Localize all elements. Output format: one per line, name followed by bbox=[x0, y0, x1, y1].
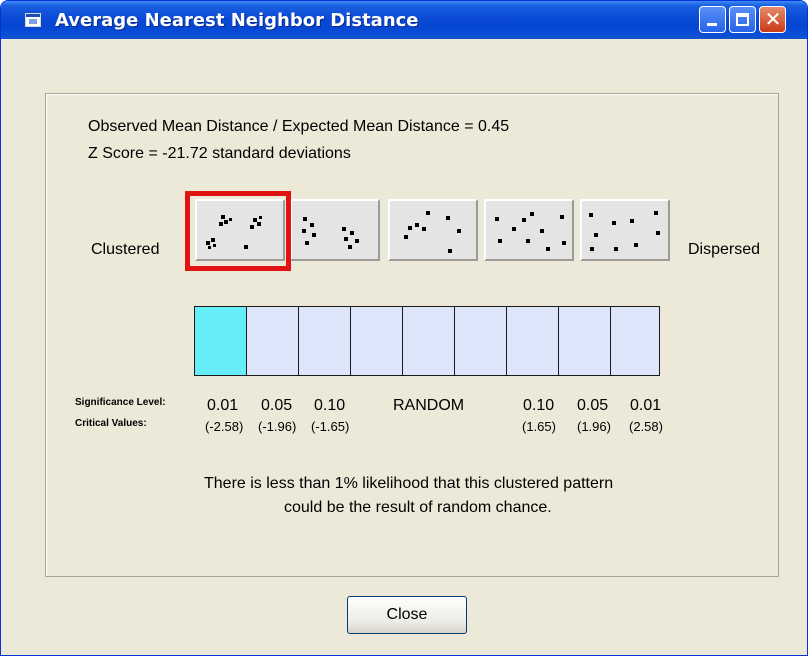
pattern-thumbnail-2 bbox=[290, 199, 380, 261]
selected-pattern-highlight bbox=[185, 191, 291, 271]
level-left-2: 0.05 bbox=[261, 397, 293, 414]
critical-right-2: (1.96) bbox=[577, 419, 611, 434]
scale-cell-9 bbox=[610, 306, 660, 376]
clustered-label: Clustered bbox=[91, 241, 160, 258]
zscore-text: Z Score = -21.72 standard deviations bbox=[88, 145, 351, 162]
critical-left-2: (-1.96) bbox=[258, 419, 297, 434]
pattern-thumbnail-4 bbox=[484, 199, 574, 261]
level-left-3: 0.10 bbox=[314, 397, 346, 414]
significance-level-label: Significance Level: bbox=[75, 397, 166, 408]
dialog-window: Average Nearest Neighbor Distance ✕ Obse… bbox=[0, 0, 808, 656]
level-right-1: 0.10 bbox=[523, 397, 555, 414]
pattern-thumbnail-random bbox=[388, 199, 478, 261]
random-label: RANDOM bbox=[393, 397, 465, 414]
close-button[interactable]: Close bbox=[347, 596, 467, 634]
semi-dispersed-dots-graphic bbox=[495, 212, 566, 251]
dispersed-dots-graphic bbox=[589, 211, 660, 251]
critical-values-label: Critical Values: bbox=[75, 418, 147, 429]
title-bar[interactable]: Average Nearest Neighbor Distance ✕ bbox=[1, 1, 807, 39]
scale-cell-2 bbox=[246, 306, 299, 376]
result-message-line-2: could be the result of random chance. bbox=[284, 499, 552, 516]
ratio-text: Observed Mean Distance / Expected Mean D… bbox=[88, 118, 510, 135]
random-dots-graphic bbox=[404, 211, 461, 253]
critical-left-1: (-2.58) bbox=[205, 419, 244, 434]
scale-cell-8 bbox=[558, 306, 611, 376]
critical-right-3: (2.58) bbox=[629, 419, 663, 434]
pattern-thumbnail-dispersed bbox=[580, 199, 670, 261]
scale-cell-5 bbox=[402, 306, 455, 376]
semi-clustered-dots-graphic bbox=[302, 217, 359, 249]
dispersed-label: Dispersed bbox=[688, 241, 761, 258]
maximize-button[interactable] bbox=[729, 6, 756, 33]
critical-left-3: (-1.65) bbox=[311, 419, 350, 434]
close-icon: ✕ bbox=[764, 7, 782, 31]
level-left-1: 0.01 bbox=[207, 397, 239, 414]
significance-scale bbox=[194, 306, 660, 376]
maximize-icon bbox=[736, 13, 749, 26]
scale-cell-3 bbox=[298, 306, 351, 376]
result-message-line-1: There is less than 1% likelihood that th… bbox=[204, 475, 614, 492]
scale-cell-6 bbox=[454, 306, 507, 376]
critical-right-1: (1.65) bbox=[522, 419, 556, 434]
scale-cell-1-active bbox=[194, 306, 247, 376]
window-title: Average Nearest Neighbor Distance bbox=[55, 10, 419, 31]
scale-cell-4 bbox=[350, 306, 403, 376]
level-right-3: 0.01 bbox=[630, 397, 662, 414]
scale-cell-7 bbox=[506, 306, 559, 376]
minimize-button[interactable] bbox=[699, 6, 726, 33]
close-window-button[interactable]: ✕ bbox=[759, 6, 786, 33]
window-app-icon[interactable] bbox=[25, 13, 41, 27]
level-right-2: 0.05 bbox=[577, 397, 609, 414]
minimize-icon bbox=[707, 23, 717, 26]
